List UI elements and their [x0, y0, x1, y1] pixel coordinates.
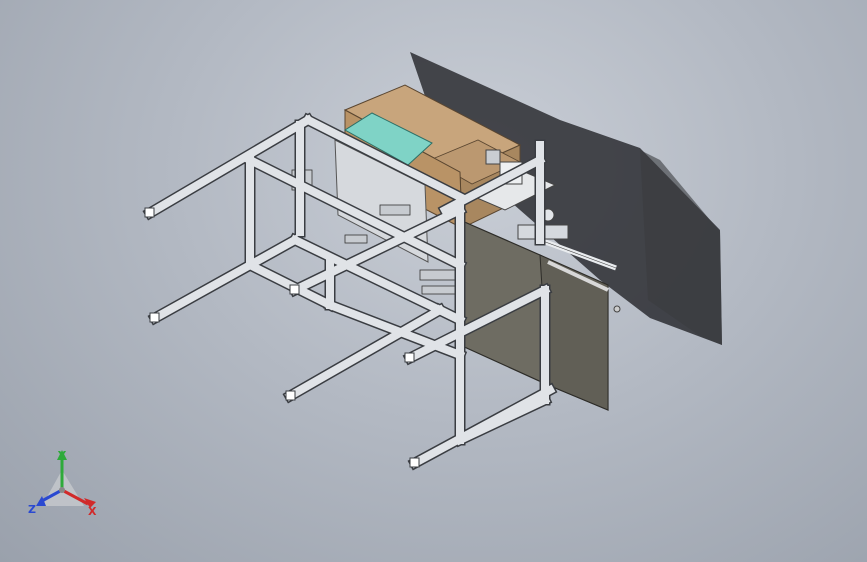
- z-axis-label: Z: [28, 503, 36, 516]
- coordinate-triad: Y Z X: [22, 444, 112, 524]
- x-axis-label: X: [88, 505, 97, 518]
- y-axis-label: Y: [58, 449, 66, 462]
- cad-model-view[interactable]: [0, 0, 867, 562]
- graphics-viewport[interactable]: Y Z X: [0, 0, 867, 562]
